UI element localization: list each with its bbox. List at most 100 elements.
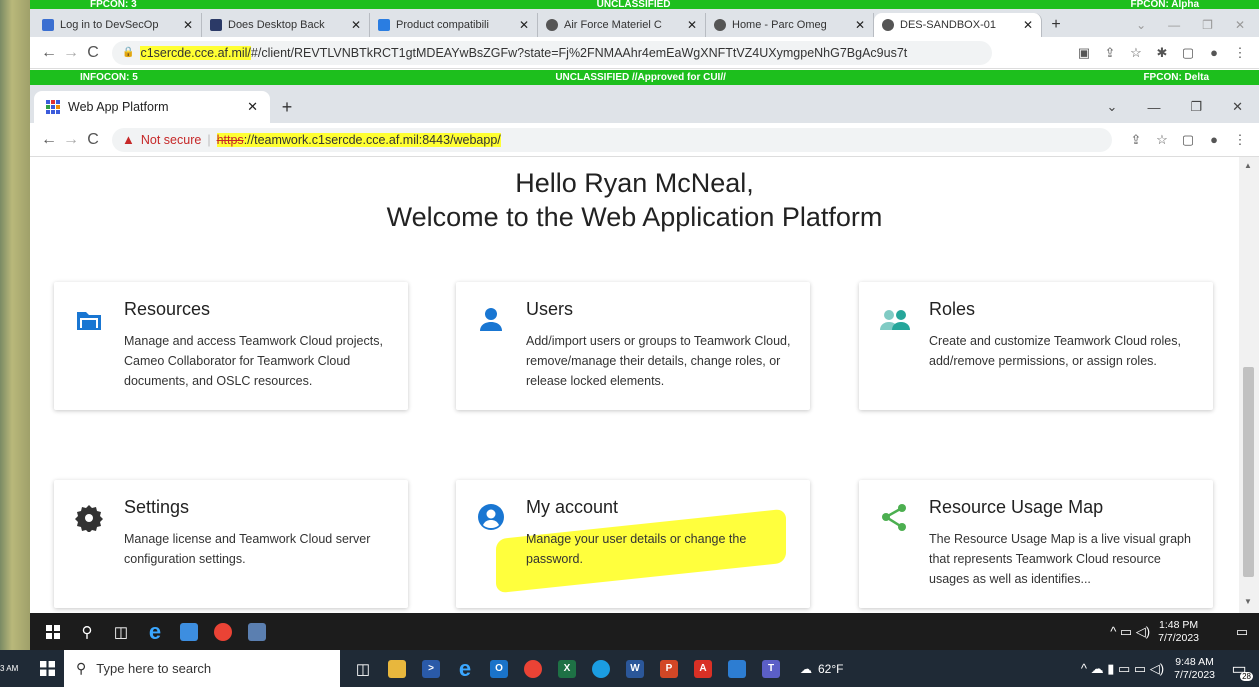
my-account-card[interactable]: My account Manage your user details or c… [456, 480, 810, 608]
settings-card[interactable]: Settings Manage license and Teamwork Clo… [54, 480, 408, 608]
inner-profile-avatar-icon[interactable]: ● [1201, 132, 1227, 147]
inner-share-page-icon[interactable]: ⇪ [1123, 132, 1149, 148]
clock-date: 7/7/2023 [1174, 668, 1215, 681]
share-icon [879, 502, 909, 532]
inner-close-window-icon[interactable]: ✕ [1232, 99, 1243, 115]
resources-card[interactable]: Resources Manage and access Teamwork Clo… [54, 282, 408, 410]
outer-new-tab-button[interactable]: + [1042, 13, 1070, 37]
inner-restore-icon[interactable]: ❐ [1190, 99, 1202, 115]
card-description: Create and customize Teamwork Cloud role… [929, 334, 1181, 368]
outer-forward-icon[interactable]: → [60, 44, 82, 62]
outer-minimize-icon[interactable]: — [1168, 18, 1180, 32]
outer-tab-close-icon[interactable]: ✕ [183, 18, 193, 32]
remote-start-icon[interactable] [36, 618, 70, 646]
inner-address-bar[interactable]: ▲ Not secure | https://teamwork.c1sercde… [112, 127, 1112, 152]
outer-tab[interactable]: Product compatibili ✕ [370, 13, 538, 37]
remote-taskbar: ⚲ ◫ e ^ ▭ ◁) 1:48 PM 7/7/2023 ▭ [30, 613, 1259, 650]
outer-fpcon-right: FPCON: Alpha [1130, 0, 1199, 9]
profile-avatar-icon[interactable]: ● [1201, 45, 1227, 60]
inner-new-tab-button[interactable]: + [270, 91, 304, 123]
card-description: Manage your user details or change the p… [526, 532, 747, 566]
word-icon[interactable]: W [618, 655, 652, 683]
photos-icon[interactable] [720, 655, 754, 683]
notification-center-icon[interactable]: ▭ 28 [1225, 655, 1253, 683]
outer-tab-close-icon[interactable]: ✕ [687, 18, 697, 32]
outer-back-icon[interactable]: ← [38, 44, 60, 62]
remote-file-explorer-icon[interactable] [172, 618, 206, 646]
remote-date: 7/7/2023 [1158, 631, 1199, 644]
roles-card[interactable]: Roles Create and customize Teamwork Clou… [859, 282, 1213, 410]
outer-close-window-icon[interactable]: ✕ [1235, 18, 1245, 32]
outer-url-path: #/client/REVTLVNBTkRCT1gtMDEAYwBsZGFw?st… [250, 45, 908, 60]
outer-restore-icon[interactable]: ❐ [1202, 18, 1213, 32]
card-title: Users [526, 299, 574, 319]
remote-search-icon[interactable]: ⚲ [70, 618, 104, 646]
outer-classification-label: UNCLASSIFIED [596, 0, 671, 9]
lock-icon: 🔒 [122, 47, 135, 58]
inner-menu-icon[interactable]: ⋮ [1227, 132, 1253, 148]
devsecops-icon [42, 19, 54, 31]
users-card[interactable]: Users Add/import users or groups to Team… [456, 282, 810, 410]
weather-widget[interactable]: ☁ 62°F [800, 662, 843, 676]
tab-web-app-platform[interactable]: Web App Platform ✕ [34, 91, 270, 123]
edge-icon[interactable] [584, 655, 618, 683]
inner-reload-icon[interactable]: C [82, 131, 104, 149]
outlook-icon[interactable]: O [482, 655, 516, 683]
page-scrollbar[interactable]: ▲ ▼ [1239, 157, 1259, 613]
inner-back-icon[interactable]: ← [38, 131, 60, 149]
notification-count-badge: 28 [1240, 671, 1253, 681]
outer-tab-list-chevron-icon[interactable]: ⌄ [1136, 18, 1146, 32]
edge-legacy-icon[interactable]: e [448, 655, 482, 683]
start-icon[interactable] [30, 655, 64, 683]
bookmark-star-icon[interactable]: ☆ [1123, 45, 1149, 61]
outer-tab[interactable]: DES-SANDBOX-01 ✕ [874, 13, 1042, 37]
outer-tab-close-icon[interactable]: ✕ [351, 18, 361, 32]
outer-reload-icon[interactable]: C [82, 44, 104, 62]
outer-tab[interactable]: Does Desktop Back ✕ [202, 13, 370, 37]
powerpoint-icon[interactable]: P [652, 655, 686, 683]
remote-task-view-icon[interactable]: ◫ [104, 618, 138, 646]
outer-tab[interactable]: Home - Parc Omeg ✕ [706, 13, 874, 37]
share-page-icon[interactable]: ⇪ [1097, 45, 1123, 61]
powershell-icon[interactable]: > [414, 655, 448, 683]
remote-app-icon[interactable] [240, 618, 274, 646]
acrobat-icon[interactable]: A [686, 655, 720, 683]
excel-icon[interactable]: X [550, 655, 584, 683]
local-taskbar: 3 AM ⚲ Type here to search ◫ > e O X W P… [0, 650, 1259, 687]
file-explorer-icon[interactable] [380, 655, 414, 683]
task-view-icon[interactable]: ◫ [346, 655, 380, 683]
chrome-icon[interactable] [516, 655, 550, 683]
outer-tab-close-icon[interactable]: ✕ [855, 18, 865, 32]
card-description: Manage license and Teamwork Cloud server… [124, 532, 371, 566]
inner-side-panel-icon[interactable]: ▢ [1175, 132, 1201, 148]
system-tray-icons[interactable]: ^ ☁ ▮ ▭ ▭ ◁) [1081, 661, 1164, 677]
scrollbar-thumb[interactable] [1243, 367, 1254, 577]
outer-tab-close-icon[interactable]: ✕ [1023, 18, 1033, 32]
system-clock[interactable]: 9:48 AM 7/7/2023 [1174, 656, 1215, 682]
remote-edge-icon[interactable]: e [138, 618, 172, 646]
inner-minimize-icon[interactable]: — [1147, 100, 1160, 115]
teams-icon[interactable]: T [754, 655, 788, 683]
inner-tab-list-chevron-icon[interactable]: ⌄ [1107, 99, 1118, 115]
scroll-up-arrow-icon[interactable]: ▲ [1244, 161, 1252, 170]
inner-tab-close-icon[interactable]: ✕ [247, 99, 258, 115]
inner-forward-icon[interactable]: → [60, 131, 82, 149]
remote-tray-icons[interactable]: ^ ▭ ◁) [1110, 624, 1150, 640]
outer-tab[interactable]: Air Force Materiel C ✕ [538, 13, 706, 37]
clipboard-icon[interactable]: ▣ [1071, 45, 1097, 61]
extensions-icon[interactable]: ✱ [1149, 45, 1175, 61]
outer-tab-close-icon[interactable]: ✕ [519, 18, 529, 32]
inner-bookmark-star-icon[interactable]: ☆ [1149, 132, 1175, 148]
inner-tab-strip: Web App Platform ✕ + ⌄ — ❐ ✕ [30, 85, 1259, 123]
side-panel-icon[interactable]: ▢ [1175, 45, 1201, 61]
resource-usage-map-card[interactable]: Resource Usage Map The Resource Usage Ma… [859, 480, 1213, 608]
outer-menu-icon[interactable]: ⋮ [1227, 45, 1253, 61]
remote-chrome-icon[interactable] [206, 618, 240, 646]
remote-clock[interactable]: 1:48 PM 7/7/2023 [1158, 619, 1199, 645]
card-description: Add/import users or groups to Teamwork C… [526, 334, 791, 388]
outer-address-bar[interactable]: 🔒 c1sercde.cce.af.mil/ #/client/REVTLVNB… [112, 40, 992, 65]
remote-notification-icon[interactable]: ▭ [1225, 618, 1259, 646]
scroll-down-arrow-icon[interactable]: ▼ [1244, 597, 1252, 606]
taskbar-search-box[interactable]: ⚲ Type here to search [64, 650, 340, 687]
outer-tab[interactable]: Log in to DevSecOp ✕ [34, 13, 202, 37]
